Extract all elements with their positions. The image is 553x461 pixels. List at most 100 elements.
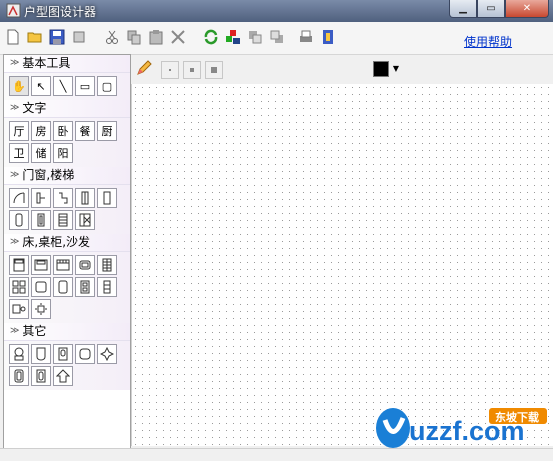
text-tool-balcony[interactable]: 阳	[53, 143, 73, 163]
stair-tool[interactable]	[53, 210, 73, 230]
text-tool-dining[interactable]: 餐	[75, 121, 95, 141]
color-dropdown[interactable]: ▼	[389, 61, 403, 76]
arrow-up-tool[interactable]	[53, 366, 73, 386]
maximize-button[interactable]: ▭	[477, 0, 505, 18]
text-tool-room[interactable]: 房	[31, 121, 51, 141]
line-width-medium[interactable]	[183, 61, 201, 79]
single-desk-icon	[12, 304, 26, 314]
paste-button[interactable]	[147, 28, 165, 46]
sofa-icon	[79, 260, 91, 270]
section-text[interactable]: ≫ 文字	[4, 100, 130, 118]
single-desk-tool[interactable]	[9, 299, 29, 319]
pointer-icon: ↖	[36, 79, 46, 93]
text-tool-hall[interactable]: 厅	[9, 121, 29, 141]
export-button[interactable]	[319, 28, 337, 46]
minimize-button[interactable]: ▁	[449, 0, 477, 18]
plant-tool[interactable]	[97, 344, 117, 364]
text-tool-bath[interactable]: 卫	[9, 143, 29, 163]
window-tall-tool[interactable]	[9, 210, 29, 230]
print-preview-button[interactable]	[70, 28, 88, 46]
cut-button[interactable]	[103, 28, 121, 46]
washer-tool[interactable]	[75, 344, 95, 364]
dining-set-tool[interactable]	[31, 299, 51, 319]
save-button[interactable]	[48, 28, 66, 46]
pointer-tool[interactable]: ↖	[31, 76, 51, 96]
text-tool-label: 卫	[13, 147, 25, 160]
cabinet-tool[interactable]	[31, 255, 51, 275]
pencil-icon[interactable]	[135, 59, 153, 77]
window-single-icon	[81, 191, 89, 205]
sofa-tool[interactable]	[75, 255, 95, 275]
tool-panel: ≫ 基本工具 ✋ ↖ ╲ ▭ ▢ ≫ 文字 厅 房 卧 餐 厨 卫 储 阳 ≫ 门窗,…	[3, 54, 131, 450]
section-furniture[interactable]: ≫ 床,桌柜,沙发	[4, 234, 130, 252]
rectangle-tool[interactable]: ▭	[75, 76, 95, 96]
watermark-badge: 东坡下载	[495, 410, 539, 424]
stair-icon	[58, 213, 68, 227]
rounded-rect-tool[interactable]: ▢	[97, 76, 117, 96]
collapse-icon: ≫	[10, 58, 20, 68]
new-file-button[interactable]	[4, 28, 22, 46]
export-icon	[323, 30, 333, 44]
bed-tool[interactable]	[9, 255, 29, 275]
text-tool-bedroom[interactable]: 卧	[53, 121, 73, 141]
window-narrow-tool[interactable]	[31, 210, 51, 230]
tall-cabinet-tool[interactable]	[97, 277, 117, 297]
bathtub-tool[interactable]	[31, 344, 51, 364]
section-other[interactable]: ≫ 其它	[4, 323, 130, 341]
bookshelf-tool[interactable]	[97, 255, 117, 275]
stair-window-tool[interactable]	[75, 210, 95, 230]
section-basic-tools[interactable]: ≫ 基本工具	[4, 55, 130, 73]
square-table-tool[interactable]	[31, 277, 51, 297]
plant-icon	[100, 347, 114, 361]
section-doors-windows[interactable]: ≫ 门窗,楼梯	[4, 167, 130, 185]
door-left-tool[interactable]	[31, 188, 51, 208]
line-icon: ╲	[59, 79, 67, 93]
door-right-tool[interactable]	[53, 188, 73, 208]
round-table-icon	[58, 280, 68, 294]
door-left-icon	[36, 192, 45, 204]
move-back-button[interactable]	[246, 28, 264, 46]
collapse-icon: ≫	[10, 326, 20, 336]
help-link[interactable]: 使用帮助	[464, 33, 512, 50]
square-table-icon	[35, 281, 47, 293]
double-bed-icon	[80, 280, 90, 294]
layers-button[interactable]	[224, 28, 242, 46]
line-width-thin[interactable]	[161, 61, 179, 79]
move-front-button[interactable]	[268, 28, 286, 46]
line-tool[interactable]: ╲	[53, 76, 73, 96]
refresh-button[interactable]	[202, 28, 220, 46]
basin-tool[interactable]	[53, 344, 73, 364]
text-tool-kitchen[interactable]: 厨	[97, 121, 117, 141]
close-button[interactable]: ✕	[505, 0, 549, 18]
open-button[interactable]	[26, 28, 44, 46]
window-single-tool[interactable]	[75, 188, 95, 208]
collapse-icon: ≫	[10, 170, 20, 180]
copy-button[interactable]	[125, 28, 143, 46]
minimize-icon: ▁	[459, 3, 467, 14]
print-button[interactable]	[297, 28, 315, 46]
section-title: 其它	[22, 324, 47, 338]
window-double-tool[interactable]	[97, 188, 117, 208]
table-chairs-tool[interactable]	[9, 277, 29, 297]
hand-tool[interactable]: ✋	[9, 76, 29, 96]
section-title: 文字	[22, 101, 47, 115]
cabinet-b-tool[interactable]	[53, 255, 73, 275]
round-table-tool[interactable]	[53, 277, 73, 297]
color-swatch[interactable]	[373, 61, 389, 77]
door-arc-tool[interactable]	[9, 188, 29, 208]
double-bed-tool[interactable]	[75, 277, 95, 297]
window-title: 户型图设计器	[24, 5, 97, 19]
toilet-tool[interactable]	[9, 344, 29, 364]
text-tool-storage[interactable]: 储	[31, 143, 51, 163]
fridge-tool[interactable]	[9, 366, 29, 386]
text-tool-label: 阳	[57, 147, 69, 160]
drawing-canvas[interactable]	[131, 84, 553, 446]
section-title: 基本工具	[22, 56, 71, 70]
hand-icon: ✋	[12, 79, 26, 93]
cooker-tool[interactable]	[31, 366, 51, 386]
delete-button[interactable]	[169, 28, 187, 46]
line-width-thick[interactable]	[205, 61, 223, 79]
window-tall-icon	[15, 213, 23, 227]
print-preview-icon	[73, 31, 85, 43]
chevron-down-icon: ▼	[392, 64, 400, 73]
